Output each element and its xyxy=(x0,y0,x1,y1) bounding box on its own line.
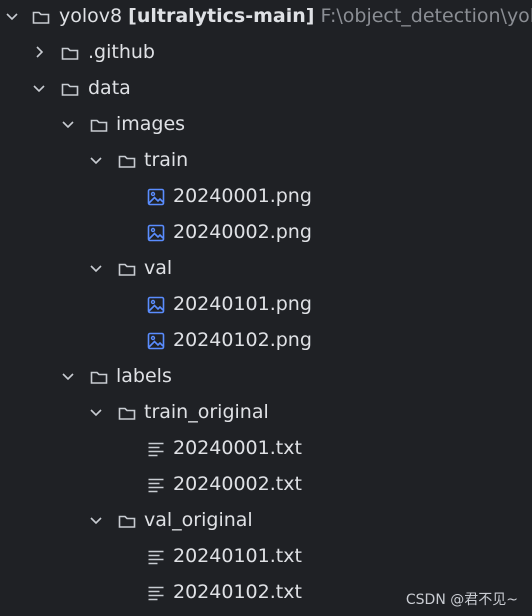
image-file-icon xyxy=(147,224,165,242)
text-file-icon xyxy=(148,478,164,493)
image-file-icon xyxy=(147,188,165,206)
folder-icon xyxy=(118,263,136,276)
tree-item-label: images xyxy=(116,113,186,135)
tree-item-images[interactable]: images xyxy=(0,108,532,144)
tree-item-20240101-png[interactable]: 20240101.png xyxy=(0,288,532,324)
tree-item-val[interactable]: val xyxy=(0,252,532,288)
chevron-down-icon[interactable] xyxy=(88,512,104,528)
tree-item-20240102-png[interactable]: 20240102.png xyxy=(0,324,532,360)
chevron-down-icon[interactable] xyxy=(60,368,76,384)
tree-item-label: 20240102.txt xyxy=(173,581,302,603)
tree-item-20240101-txt[interactable]: 20240101.txt xyxy=(0,540,532,576)
tree-item-label: .github xyxy=(88,41,155,63)
tree-item-label: train_original xyxy=(144,401,269,423)
chevron-down-icon[interactable] xyxy=(88,260,104,276)
tree-item-label: 20240001.txt xyxy=(173,437,302,459)
root-label: yolov8 [ultralytics-main] F:\object_dete… xyxy=(59,4,532,28)
text-file-icon xyxy=(148,442,164,457)
tree-item-20240001-txt[interactable]: 20240001.txt xyxy=(0,432,532,468)
folder-icon xyxy=(61,47,79,60)
tree-item-label: val_original xyxy=(144,509,253,531)
tree-item-github[interactable]: .github xyxy=(0,36,532,72)
tree-item-label: train xyxy=(144,149,189,171)
tree-item-label: 20240102.png xyxy=(173,329,312,351)
text-file-icon xyxy=(148,586,164,601)
folder-icon xyxy=(118,155,136,168)
chevron-down-icon[interactable] xyxy=(88,404,104,420)
tree-item-val-original[interactable]: val_original xyxy=(0,504,532,540)
image-file-icon xyxy=(147,332,165,350)
tree-item-train-original[interactable]: train_original xyxy=(0,396,532,432)
tree-item-label: val xyxy=(144,257,173,279)
chevron-down-icon[interactable] xyxy=(88,152,104,168)
text-file-icon xyxy=(148,550,164,565)
tree-item-label: data xyxy=(88,77,131,99)
tree-item-20240002-png[interactable]: 20240002.png xyxy=(0,216,532,252)
watermark-text: CSDN @君不见~ xyxy=(405,592,518,608)
root-project-name: [ultralytics-main] xyxy=(128,5,315,27)
tree-item-data[interactable]: data xyxy=(0,72,532,108)
tree-item-label: 20240101.png xyxy=(173,293,312,315)
tree-item-20240001-png[interactable]: 20240001.png xyxy=(0,180,532,216)
chevron-right-icon[interactable] xyxy=(31,44,47,60)
tree-item-20240002-txt[interactable]: 20240002.txt xyxy=(0,468,532,504)
chevron-down-icon[interactable] xyxy=(31,80,47,96)
folder-icon xyxy=(90,119,108,132)
tree-item-label: 20240101.txt xyxy=(173,545,302,567)
folder-icon xyxy=(32,11,50,24)
chevron-down-icon[interactable] xyxy=(60,116,76,132)
root-path: F:\object_detection\yolo xyxy=(320,5,532,27)
tree-item-label: labels xyxy=(116,365,172,387)
folder-icon xyxy=(118,515,136,528)
root-name: yolov8 xyxy=(59,5,123,27)
folder-icon xyxy=(61,83,79,96)
tree-root-row[interactable]: yolov8 [ultralytics-main] F:\object_dete… xyxy=(0,0,532,36)
chevron-down-icon[interactable] xyxy=(4,8,20,24)
image-file-icon xyxy=(147,296,165,314)
folder-icon xyxy=(118,407,136,420)
tree-item-label: 20240002.png xyxy=(173,221,312,243)
tree-item-labels[interactable]: labels xyxy=(0,360,532,396)
tree-item-label: 20240001.png xyxy=(173,185,312,207)
tree-item-train[interactable]: train xyxy=(0,144,532,180)
tree-item-label: 20240002.txt xyxy=(173,473,302,495)
folder-icon xyxy=(90,371,108,384)
project-tree: yolov8 [ultralytics-main] F:\object_dete… xyxy=(0,0,532,616)
